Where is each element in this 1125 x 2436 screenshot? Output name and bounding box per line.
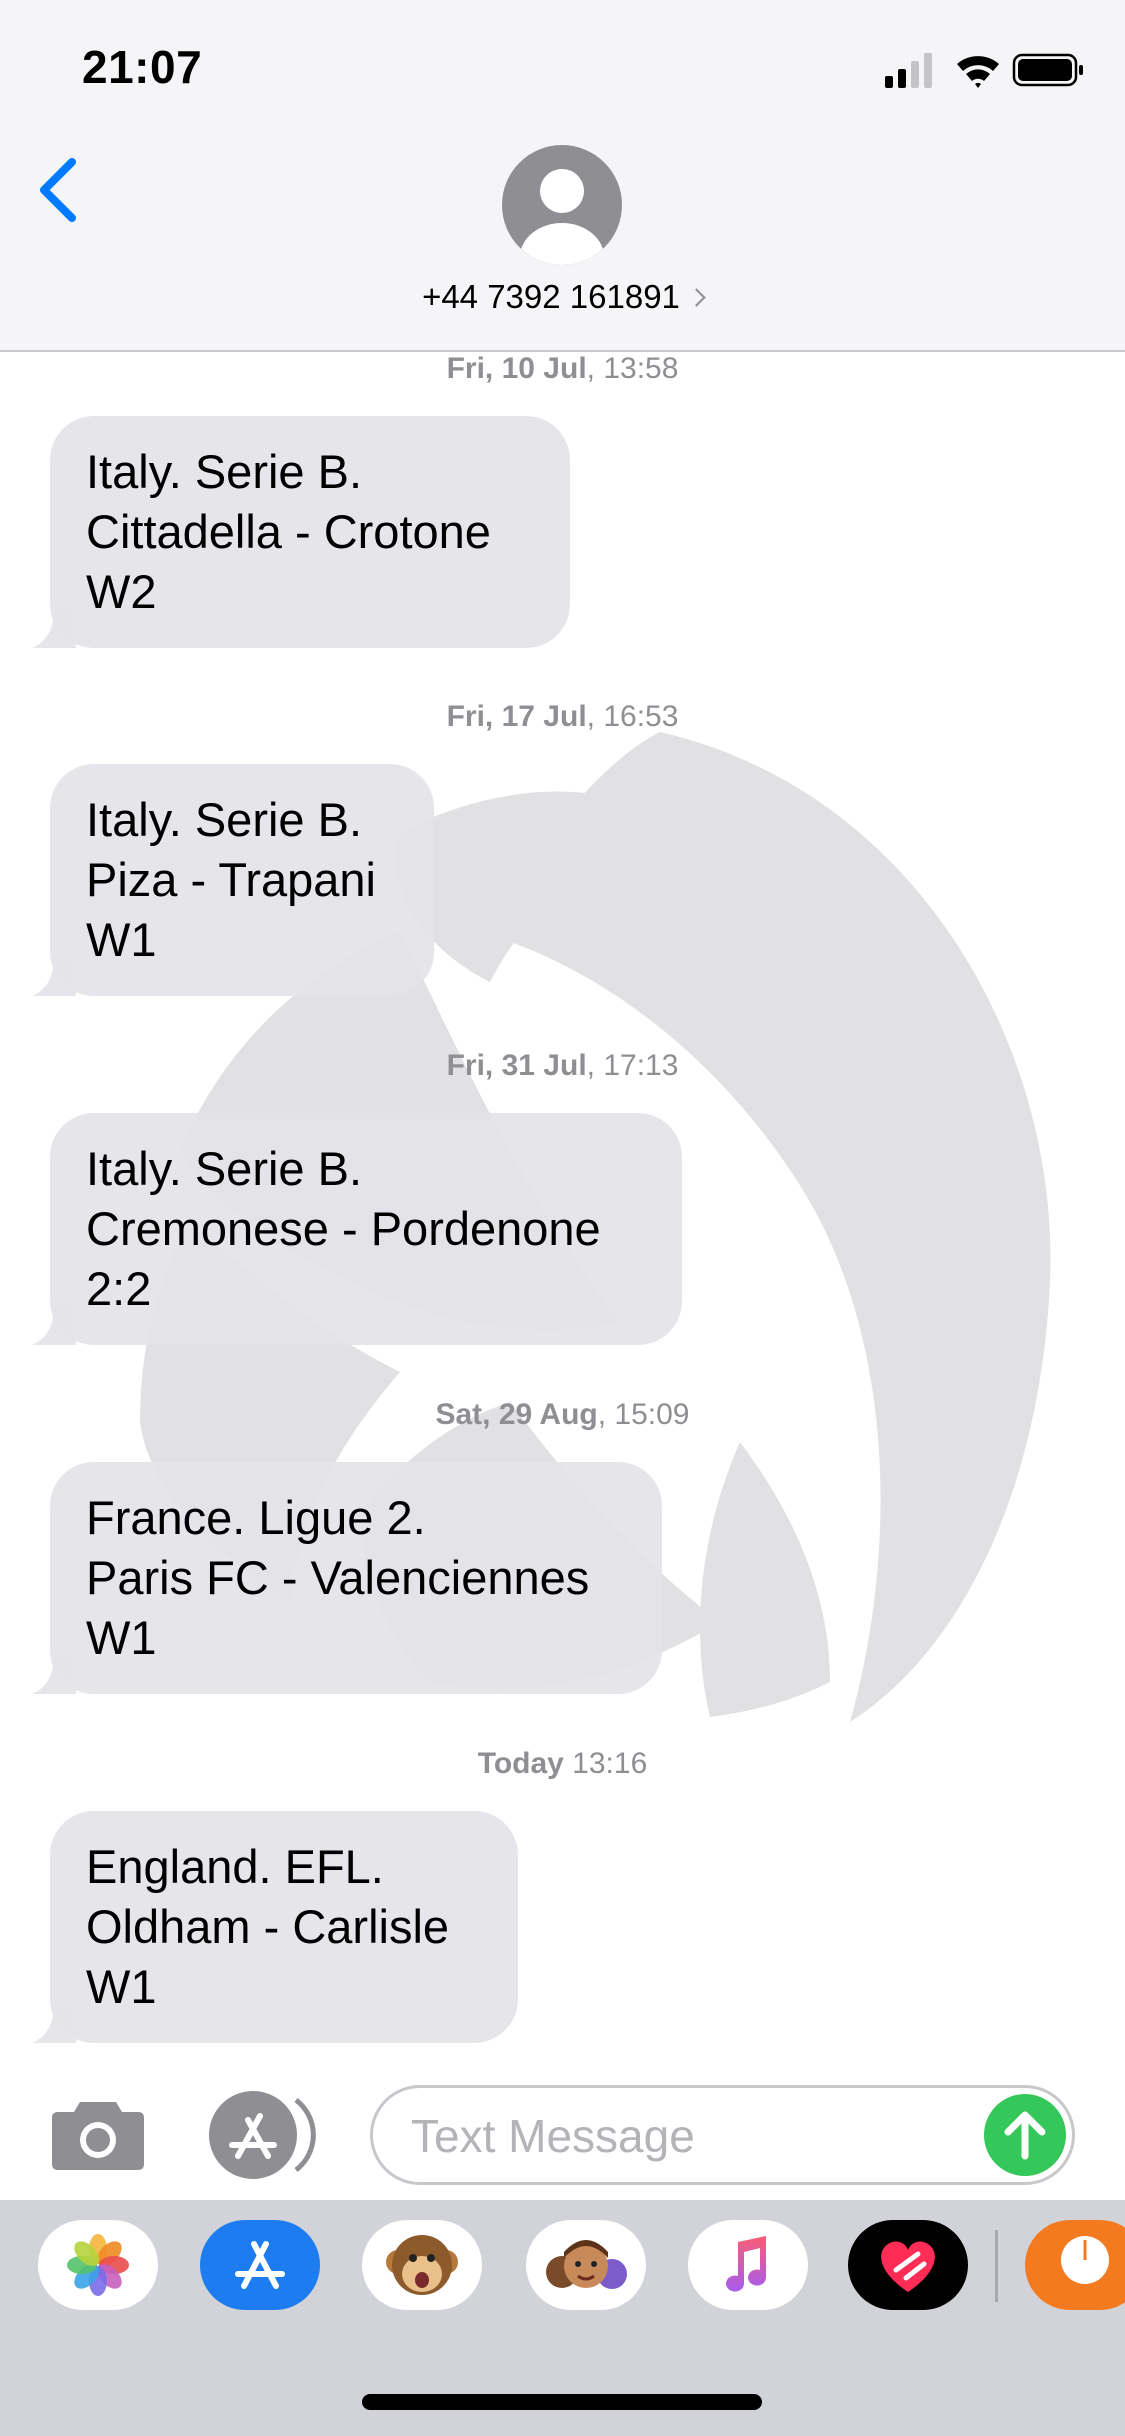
message-bubble[interactable]: France. Ligue 2. Paris FC - Valenciennes…: [32, 1462, 662, 1694]
send-button[interactable]: [984, 2094, 1066, 2176]
gauge-icon: [1061, 2236, 1109, 2284]
message-line: France. Ligue 2.: [86, 1491, 426, 1544]
message-line: Italy. Serie B.: [86, 793, 363, 846]
message-list[interactable]: Fri, 10 Jul, 13:58 Italy. Serie B. Citta…: [0, 352, 1125, 2052]
timestamp-time: 13:16: [563, 1747, 648, 1780]
message-input[interactable]: [409, 2088, 973, 2184]
drawer-divider: [995, 2230, 998, 2302]
contact-number: +44 7392 161891: [422, 278, 680, 315]
photos-flower-icon: [67, 2234, 129, 2296]
conversation-header: 21:07 +44 7392 161891: [0, 0, 1125, 352]
camera-icon[interactable]: [50, 2096, 146, 2172]
message-timestamp: Fri, 17 Jul, 16:53: [0, 700, 1125, 734]
wifi-icon: [957, 56, 999, 88]
timestamp-date: Sat, 29 Aug: [435, 1398, 598, 1431]
message-timestamp: Today 13:16: [0, 1747, 1125, 1781]
contact-avatar[interactable]: [502, 145, 622, 265]
animoji-app-icon[interactable]: [362, 2220, 482, 2310]
timestamp-date: Fri, 10 Jul: [446, 352, 587, 385]
heart-touch-icon: [881, 2241, 935, 2292]
app-store-icon[interactable]: [208, 2090, 318, 2180]
home-indicator[interactable]: [362, 2394, 762, 2410]
message-line: Italy. Serie B.: [86, 1142, 363, 1195]
timestamp-date: Fri, 31 Jul: [446, 1049, 587, 1082]
cellular-signal-icon: [885, 53, 932, 88]
timestamp-time: , 13:58: [586, 352, 679, 385]
music-app-icon[interactable]: [688, 2220, 808, 2310]
message-line: Piza - Trapani: [86, 853, 376, 906]
contact-name[interactable]: +44 7392 161891: [0, 278, 1125, 316]
timestamp-time: , 15:09: [597, 1398, 690, 1431]
digital-touch-app-icon[interactable]: [848, 2220, 968, 2310]
chevron-right-icon: [687, 288, 706, 307]
timestamp-date: Fri, 17 Jul: [446, 700, 587, 733]
timestamp-time: , 16:53: [586, 700, 679, 733]
person-icon: [520, 169, 604, 265]
message-line: W2: [86, 565, 157, 618]
app-drawer: [0, 2200, 1125, 2436]
message-timestamp: Fri, 31 Jul, 17:13: [0, 1049, 1125, 1083]
app-store-app-icon[interactable]: [200, 2220, 320, 2310]
message-line: Cremonese - Pordenone: [86, 1202, 601, 1255]
bubble-tail: [32, 1654, 76, 1694]
partial-app-icon[interactable]: [1025, 2220, 1125, 2310]
message-bubble[interactable]: Italy. Serie B. Cremonese - Pordenone 2:…: [32, 1113, 682, 1345]
bubble-tail: [32, 608, 76, 648]
memoji-app-icon[interactable]: [526, 2220, 646, 2310]
message-line: W1: [86, 1611, 157, 1664]
message-line: W1: [86, 913, 157, 966]
message-timestamp: Fri, 10 Jul, 13:58: [0, 352, 1125, 386]
photos-app-icon[interactable]: [38, 2220, 158, 2310]
bubble-tail: [32, 1305, 76, 1345]
compose-bar: [0, 2050, 1125, 2198]
message-line: Italy. Serie B.: [86, 445, 363, 498]
message-field[interactable]: [370, 2085, 1075, 2185]
bubble-tail: [32, 2003, 76, 2043]
message-line: Paris FC - Valenciennes: [86, 1551, 590, 1604]
message-line: 2:2: [86, 1262, 152, 1315]
message-timestamp: Sat, 29 Aug, 15:09: [0, 1398, 1125, 1432]
message-bubble[interactable]: Italy. Serie B. Cittadella - Crotone W2: [32, 416, 570, 648]
arrow-up-icon: [1004, 2111, 1046, 2160]
monkey-icon: [386, 2235, 458, 2295]
message-bubble[interactable]: Italy. Serie B. Piza - Trapani W1: [32, 764, 434, 996]
status-icons: [885, 53, 1083, 88]
bubble-tail: [32, 956, 76, 996]
message-line: Cittadella - Crotone: [86, 505, 491, 558]
timestamp-date: Today: [477, 1747, 564, 1780]
message-bubble[interactable]: England. EFL. Oldham - Carlisle W1: [32, 1811, 518, 2043]
back-chevron-icon[interactable]: [30, 150, 90, 230]
memoji-faces-icon: [546, 2240, 627, 2289]
app-store-a-icon: [235, 2241, 285, 2289]
message-line: W1: [86, 1960, 157, 2013]
battery-icon: [1012, 53, 1083, 87]
timestamp-time: , 17:13: [586, 1049, 679, 1082]
message-line: England. EFL.: [86, 1840, 384, 1893]
music-note-icon: [726, 2236, 766, 2292]
status-time: 21:07: [82, 41, 203, 93]
message-line: Oldham - Carlisle: [86, 1900, 450, 1953]
